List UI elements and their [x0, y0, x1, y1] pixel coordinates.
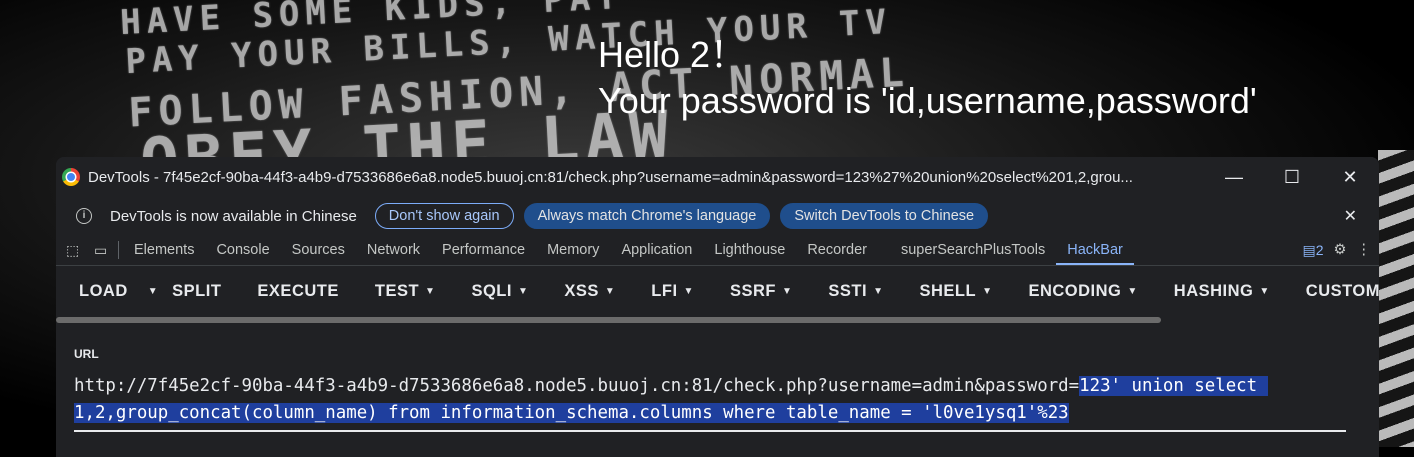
chevron-down-icon: ▼: [425, 285, 436, 297]
password-text: Your password is 'id,username,password': [598, 80, 1257, 121]
encoding-label: ENCODING: [1028, 281, 1122, 300]
url-underline: [74, 430, 1346, 432]
tab-lighthouse[interactable]: Lighthouse: [703, 235, 796, 265]
xss-label: XSS: [564, 281, 599, 300]
window-title: DevTools - 7f45e2cf-90ba-44f3-a4b9-d7533…: [88, 168, 1133, 186]
split-button[interactable]: SPLIT: [172, 282, 239, 301]
infobar-message: DevTools is now available in Chinese: [110, 207, 357, 225]
tabbar-right-icons: ▤2 ⚙ ⋮: [1302, 235, 1371, 265]
url-selected-text-2: 1,2,group_concat(column_name) from infor…: [74, 403, 1069, 423]
tab-network[interactable]: Network: [356, 235, 431, 265]
url-label: URL: [74, 347, 99, 361]
tab-divider: [118, 241, 119, 259]
hello-text: Hello 2！: [598, 34, 747, 75]
url-section: URL http://7f45e2cf-90ba-44f3-a4b9-d7533…: [74, 347, 1364, 432]
encoding-menu[interactable]: ENCODING ▼: [1028, 282, 1155, 301]
maximize-button[interactable]: ☐: [1263, 167, 1321, 188]
close-window-button[interactable]: ✕: [1321, 167, 1379, 188]
lfi-label: LFI: [651, 281, 678, 300]
tab-elements[interactable]: Elements: [123, 235, 205, 265]
shell-label: SHELL: [919, 281, 977, 300]
chevron-down-icon: ▼: [1259, 285, 1270, 297]
page-message: Hello 2！ Your password is 'id,username,p…: [598, 32, 1257, 124]
chevron-down-icon: ▼: [517, 285, 529, 297]
tab-application[interactable]: Application: [610, 235, 703, 265]
bg-right-edge: [1378, 150, 1414, 447]
sqli-menu[interactable]: SQLI ▼: [471, 282, 546, 301]
infobar-close-icon[interactable]: ✕: [1344, 206, 1357, 226]
chevron-down-icon: ▼: [982, 285, 993, 297]
xss-menu[interactable]: XSS ▼: [564, 282, 633, 301]
settings-gear-icon[interactable]: ⚙: [1334, 242, 1347, 258]
sqli-label: SQLI: [471, 281, 512, 300]
hackbar-toolbar: LOAD ▼ SPLIT EXECUTE TEST ▼ SQLI ▼ XSS ▼ LF…: [56, 266, 1379, 316]
lfi-menu[interactable]: LFI ▼: [651, 282, 712, 301]
chevron-down-icon: ▼: [1127, 285, 1138, 297]
tab-memory[interactable]: Memory: [536, 235, 610, 265]
url-selected-text-1: 123' union select: [1079, 376, 1268, 396]
ssti-menu[interactable]: SSTI ▼: [828, 282, 901, 301]
hackbar-horizontal-scrollbar[interactable]: [56, 317, 1161, 323]
more-options-icon[interactable]: ⋮: [1357, 242, 1372, 258]
url-textarea[interactable]: http://7f45e2cf-90ba-44f3-a4b9-d7533686e…: [74, 373, 1364, 427]
tab-console[interactable]: Console: [205, 235, 280, 265]
devtools-window: DevTools - 7f45e2cf-90ba-44f3-a4b9-d7533…: [56, 157, 1379, 457]
test-label: TEST: [374, 281, 420, 300]
minimize-button[interactable]: —: [1205, 167, 1263, 188]
chevron-down-icon: ▼: [683, 285, 694, 297]
chevron-down-icon: ▼: [873, 285, 884, 297]
language-infobar: i DevTools is now available in Chinese D…: [56, 197, 1379, 235]
issues-count: 2: [1315, 241, 1324, 258]
inspect-element-icon[interactable]: ⬚: [66, 242, 82, 258]
ssti-label: SSTI: [828, 281, 868, 300]
tab-hackbar[interactable]: HackBar: [1056, 235, 1134, 265]
tab-sources[interactable]: Sources: [281, 235, 356, 265]
chevron-down-icon: ▼: [604, 285, 616, 297]
chrome-icon: [62, 168, 80, 186]
hashing-label: HASHING: [1173, 281, 1254, 300]
load-dropdown[interactable]: ▼: [142, 282, 172, 301]
issues-badge[interactable]: ▤2: [1302, 242, 1323, 259]
tab-performance[interactable]: Performance: [431, 235, 536, 265]
test-menu[interactable]: TEST ▼: [375, 282, 454, 301]
custom-menu[interactable]: CUSTOM: [1306, 282, 1379, 301]
chevron-down-icon: ▼: [781, 285, 793, 297]
url-plain-text: http://7f45e2cf-90ba-44f3-a4b9-d7533686e…: [74, 376, 1080, 396]
execute-button[interactable]: EXECUTE: [257, 282, 356, 301]
load-button[interactable]: LOAD: [79, 282, 142, 301]
shell-menu[interactable]: SHELL ▼: [919, 282, 1010, 301]
always-match-language-button[interactable]: Always match Chrome's language: [523, 203, 771, 229]
ssrf-menu[interactable]: SSRF ▼: [730, 282, 810, 301]
dont-show-again-button[interactable]: Don't show again: [374, 203, 514, 229]
issues-icon: ▤: [1302, 241, 1316, 258]
ssrf-label: SSRF: [729, 281, 776, 300]
device-toolbar-icon[interactable]: ▭: [94, 242, 110, 258]
tab-recorder[interactable]: Recorder: [796, 235, 878, 265]
devtools-tabbar: ⬚ ▭ Elements Console Sources Network Per…: [56, 235, 1379, 266]
hashing-menu[interactable]: HASHING ▼: [1174, 282, 1288, 301]
tab-supersearchplustools[interactable]: superSearchPlusTools: [890, 235, 1056, 265]
devtools-titlebar[interactable]: DevTools - 7f45e2cf-90ba-44f3-a4b9-d7533…: [56, 157, 1379, 197]
info-icon: i: [76, 208, 92, 224]
switch-to-chinese-button[interactable]: Switch DevTools to Chinese: [780, 203, 989, 229]
chevron-down-icon: ▼: [147, 285, 159, 297]
